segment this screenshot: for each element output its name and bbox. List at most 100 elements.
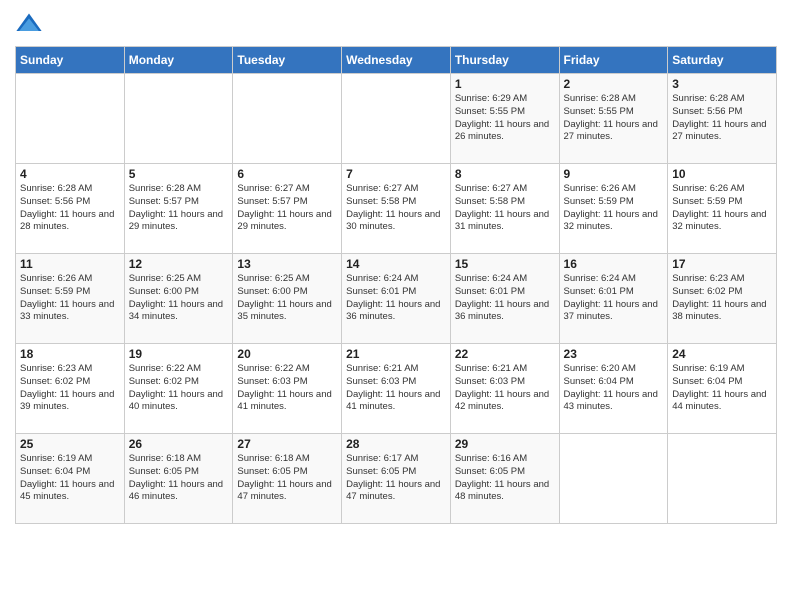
day-info: Sunrise: 6:16 AMSunset: 6:05 PMDaylight:… xyxy=(455,453,555,504)
day-info: Sunrise: 6:19 AMSunset: 6:04 PMDaylight:… xyxy=(20,453,120,504)
day-number: 18 xyxy=(20,347,120,361)
calendar-cell: 23 Sunrise: 6:20 AMSunset: 6:04 PMDaylig… xyxy=(559,344,668,434)
day-info: Sunrise: 6:25 AMSunset: 6:00 PMDaylight:… xyxy=(237,273,337,324)
day-info: Sunrise: 6:24 AMSunset: 6:01 PMDaylight:… xyxy=(564,273,664,324)
calendar-cell: 14 Sunrise: 6:24 AMSunset: 6:01 PMDaylig… xyxy=(342,254,451,344)
column-header-monday: Monday xyxy=(124,47,233,74)
day-number: 23 xyxy=(564,347,664,361)
day-number: 10 xyxy=(672,167,772,181)
day-number: 14 xyxy=(346,257,446,271)
calendar-cell: 9 Sunrise: 6:26 AMSunset: 5:59 PMDayligh… xyxy=(559,164,668,254)
calendar-cell: 3 Sunrise: 6:28 AMSunset: 5:56 PMDayligh… xyxy=(668,74,777,164)
day-number: 27 xyxy=(237,437,337,451)
calendar-cell: 12 Sunrise: 6:25 AMSunset: 6:00 PMDaylig… xyxy=(124,254,233,344)
calendar-cell: 29 Sunrise: 6:16 AMSunset: 6:05 PMDaylig… xyxy=(450,434,559,524)
day-info: Sunrise: 6:27 AMSunset: 5:58 PMDaylight:… xyxy=(455,183,555,234)
day-info: Sunrise: 6:28 AMSunset: 5:55 PMDaylight:… xyxy=(564,93,664,144)
day-info: Sunrise: 6:29 AMSunset: 5:55 PMDaylight:… xyxy=(455,93,555,144)
day-number: 24 xyxy=(672,347,772,361)
day-info: Sunrise: 6:27 AMSunset: 5:58 PMDaylight:… xyxy=(346,183,446,234)
calendar-cell: 28 Sunrise: 6:17 AMSunset: 6:05 PMDaylig… xyxy=(342,434,451,524)
calendar-cell: 25 Sunrise: 6:19 AMSunset: 6:04 PMDaylig… xyxy=(16,434,125,524)
header xyxy=(15,10,777,38)
day-info: Sunrise: 6:23 AMSunset: 6:02 PMDaylight:… xyxy=(20,363,120,414)
day-info: Sunrise: 6:20 AMSunset: 6:04 PMDaylight:… xyxy=(564,363,664,414)
day-info: Sunrise: 6:27 AMSunset: 5:57 PMDaylight:… xyxy=(237,183,337,234)
day-info: Sunrise: 6:18 AMSunset: 6:05 PMDaylight:… xyxy=(129,453,229,504)
day-number: 21 xyxy=(346,347,446,361)
day-info: Sunrise: 6:25 AMSunset: 6:00 PMDaylight:… xyxy=(129,273,229,324)
day-info: Sunrise: 6:24 AMSunset: 6:01 PMDaylight:… xyxy=(346,273,446,324)
week-row-3: 11 Sunrise: 6:26 AMSunset: 5:59 PMDaylig… xyxy=(16,254,777,344)
column-header-wednesday: Wednesday xyxy=(342,47,451,74)
calendar-cell: 6 Sunrise: 6:27 AMSunset: 5:57 PMDayligh… xyxy=(233,164,342,254)
calendar-cell: 26 Sunrise: 6:18 AMSunset: 6:05 PMDaylig… xyxy=(124,434,233,524)
day-info: Sunrise: 6:22 AMSunset: 6:02 PMDaylight:… xyxy=(129,363,229,414)
calendar-cell: 13 Sunrise: 6:25 AMSunset: 6:00 PMDaylig… xyxy=(233,254,342,344)
day-info: Sunrise: 6:18 AMSunset: 6:05 PMDaylight:… xyxy=(237,453,337,504)
calendar-cell: 11 Sunrise: 6:26 AMSunset: 5:59 PMDaylig… xyxy=(16,254,125,344)
day-info: Sunrise: 6:26 AMSunset: 5:59 PMDaylight:… xyxy=(672,183,772,234)
day-number: 2 xyxy=(564,77,664,91)
column-header-saturday: Saturday xyxy=(668,47,777,74)
header-row: SundayMondayTuesdayWednesdayThursdayFrid… xyxy=(16,47,777,74)
day-number: 29 xyxy=(455,437,555,451)
day-info: Sunrise: 6:28 AMSunset: 5:56 PMDaylight:… xyxy=(672,93,772,144)
day-number: 6 xyxy=(237,167,337,181)
week-row-2: 4 Sunrise: 6:28 AMSunset: 5:56 PMDayligh… xyxy=(16,164,777,254)
calendar-cell: 4 Sunrise: 6:28 AMSunset: 5:56 PMDayligh… xyxy=(16,164,125,254)
day-number: 7 xyxy=(346,167,446,181)
day-info: Sunrise: 6:26 AMSunset: 5:59 PMDaylight:… xyxy=(564,183,664,234)
week-row-1: 1 Sunrise: 6:29 AMSunset: 5:55 PMDayligh… xyxy=(16,74,777,164)
day-number: 19 xyxy=(129,347,229,361)
logo-icon xyxy=(15,10,43,38)
calendar-cell: 5 Sunrise: 6:28 AMSunset: 5:57 PMDayligh… xyxy=(124,164,233,254)
day-number: 16 xyxy=(564,257,664,271)
calendar-cell xyxy=(668,434,777,524)
column-header-thursday: Thursday xyxy=(450,47,559,74)
day-info: Sunrise: 6:26 AMSunset: 5:59 PMDaylight:… xyxy=(20,273,120,324)
day-number: 28 xyxy=(346,437,446,451)
calendar-cell xyxy=(233,74,342,164)
day-info: Sunrise: 6:22 AMSunset: 6:03 PMDaylight:… xyxy=(237,363,337,414)
logo xyxy=(15,10,47,38)
day-number: 17 xyxy=(672,257,772,271)
calendar-cell: 15 Sunrise: 6:24 AMSunset: 6:01 PMDaylig… xyxy=(450,254,559,344)
day-number: 4 xyxy=(20,167,120,181)
day-number: 1 xyxy=(455,77,555,91)
calendar-cell: 19 Sunrise: 6:22 AMSunset: 6:02 PMDaylig… xyxy=(124,344,233,434)
calendar-cell: 2 Sunrise: 6:28 AMSunset: 5:55 PMDayligh… xyxy=(559,74,668,164)
day-number: 9 xyxy=(564,167,664,181)
day-number: 13 xyxy=(237,257,337,271)
calendar-cell xyxy=(559,434,668,524)
calendar-cell: 20 Sunrise: 6:22 AMSunset: 6:03 PMDaylig… xyxy=(233,344,342,434)
day-info: Sunrise: 6:21 AMSunset: 6:03 PMDaylight:… xyxy=(455,363,555,414)
day-info: Sunrise: 6:28 AMSunset: 5:56 PMDaylight:… xyxy=(20,183,120,234)
day-info: Sunrise: 6:19 AMSunset: 6:04 PMDaylight:… xyxy=(672,363,772,414)
day-number: 26 xyxy=(129,437,229,451)
day-number: 15 xyxy=(455,257,555,271)
day-info: Sunrise: 6:21 AMSunset: 6:03 PMDaylight:… xyxy=(346,363,446,414)
calendar-cell: 22 Sunrise: 6:21 AMSunset: 6:03 PMDaylig… xyxy=(450,344,559,434)
week-row-4: 18 Sunrise: 6:23 AMSunset: 6:02 PMDaylig… xyxy=(16,344,777,434)
calendar-cell xyxy=(16,74,125,164)
calendar-cell: 24 Sunrise: 6:19 AMSunset: 6:04 PMDaylig… xyxy=(668,344,777,434)
calendar-cell: 21 Sunrise: 6:21 AMSunset: 6:03 PMDaylig… xyxy=(342,344,451,434)
day-info: Sunrise: 6:17 AMSunset: 6:05 PMDaylight:… xyxy=(346,453,446,504)
day-info: Sunrise: 6:23 AMSunset: 6:02 PMDaylight:… xyxy=(672,273,772,324)
calendar-cell: 10 Sunrise: 6:26 AMSunset: 5:59 PMDaylig… xyxy=(668,164,777,254)
calendar-cell xyxy=(124,74,233,164)
column-header-sunday: Sunday xyxy=(16,47,125,74)
column-header-friday: Friday xyxy=(559,47,668,74)
calendar-table: SundayMondayTuesdayWednesdayThursdayFrid… xyxy=(15,46,777,524)
day-number: 20 xyxy=(237,347,337,361)
calendar-cell xyxy=(342,74,451,164)
calendar-cell: 17 Sunrise: 6:23 AMSunset: 6:02 PMDaylig… xyxy=(668,254,777,344)
calendar-cell: 8 Sunrise: 6:27 AMSunset: 5:58 PMDayligh… xyxy=(450,164,559,254)
day-number: 5 xyxy=(129,167,229,181)
day-number: 8 xyxy=(455,167,555,181)
day-info: Sunrise: 6:24 AMSunset: 6:01 PMDaylight:… xyxy=(455,273,555,324)
calendar-cell: 1 Sunrise: 6:29 AMSunset: 5:55 PMDayligh… xyxy=(450,74,559,164)
calendar-cell: 7 Sunrise: 6:27 AMSunset: 5:58 PMDayligh… xyxy=(342,164,451,254)
calendar-cell: 27 Sunrise: 6:18 AMSunset: 6:05 PMDaylig… xyxy=(233,434,342,524)
